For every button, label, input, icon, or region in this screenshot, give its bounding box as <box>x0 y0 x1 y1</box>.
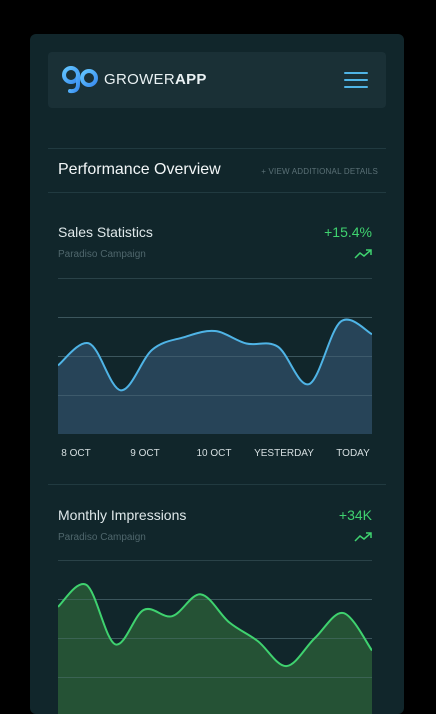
sales-change-value: +15.4% <box>324 224 372 240</box>
sales-chart <box>58 278 372 434</box>
brand-name: GROWERAPP <box>104 71 207 88</box>
brand-name-part1: GROWER <box>104 71 175 88</box>
x-tick-label: TODAY <box>336 448 370 459</box>
impressions-change-value: +34K <box>339 507 372 523</box>
app-screen: GROWERAPP Performance Overview + VIEW AD… <box>30 34 404 714</box>
x-tick-label: 10 OCT <box>196 448 231 459</box>
x-tick-label: 9 OCT <box>130 448 159 459</box>
sales-chart-x-axis: 8 OCT 9 OCT 10 OCT YESTERDAY TODAY <box>58 448 372 462</box>
card-title-monthly-impressions: Monthly Impressions <box>58 507 186 523</box>
card-subtitle: Paradiso Campaign <box>58 249 146 260</box>
page-title: Performance Overview <box>58 161 221 179</box>
x-tick-label: YESTERDAY <box>254 448 314 459</box>
impressions-chart <box>58 560 372 714</box>
card-subtitle: Paradiso Campaign <box>58 532 146 543</box>
chart-area-fill <box>58 320 372 434</box>
trending-up-icon <box>354 249 372 259</box>
view-additional-details-link[interactable]: + VIEW ADDITIONAL DETAILS <box>261 167 378 176</box>
hamburger-icon[interactable] <box>344 70 368 90</box>
chart-area-fill <box>58 584 372 714</box>
app-header: GROWERAPP <box>48 52 386 108</box>
divider <box>48 148 386 149</box>
card-title-sales-statistics: Sales Statistics <box>58 224 153 240</box>
trending-up-icon <box>354 532 372 542</box>
divider <box>48 484 386 485</box>
divider <box>48 192 386 193</box>
brand-name-part2: APP <box>175 71 207 88</box>
growerapp-logo-icon[interactable] <box>62 64 98 94</box>
x-tick-label: 8 OCT <box>61 448 90 459</box>
